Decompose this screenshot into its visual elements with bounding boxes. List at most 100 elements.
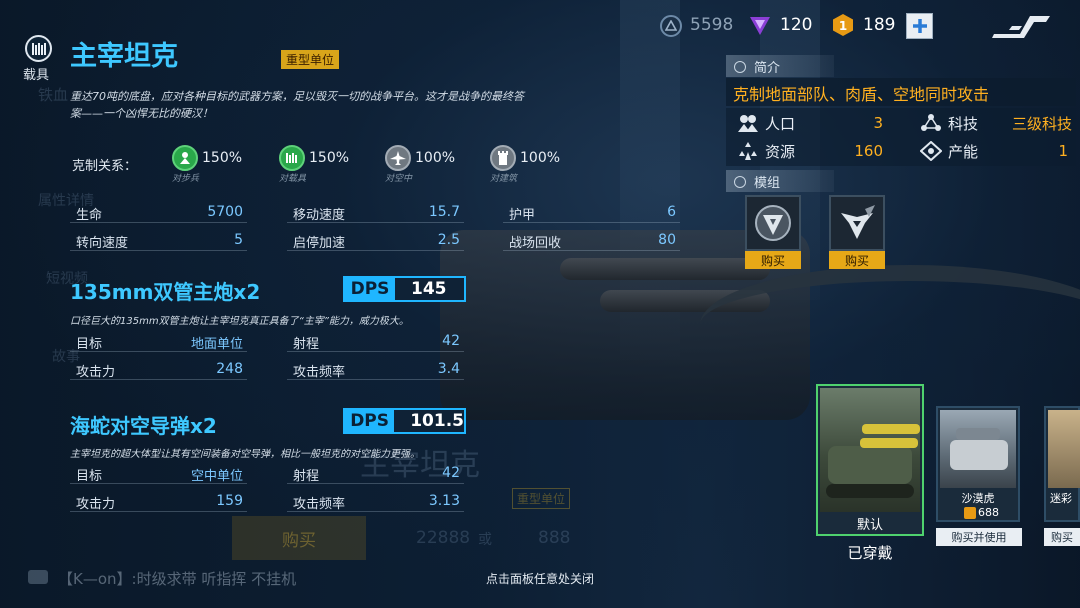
skin-name: 迷彩 [1050,492,1072,505]
stat-label: 射程 [293,337,320,352]
tank-tracks-shape [826,484,914,498]
weapon-stat-row: 攻击频率 3.4 [287,359,464,380]
credits-value: 5598 [690,15,734,35]
stat-label: 目标 [76,469,103,484]
svg-text:1: 1 [839,19,847,33]
skin-thumbnail [820,388,920,512]
aircraft-icon [385,145,411,171]
medal-icon: 1 [831,13,855,37]
weapon-name: 135mm双管主炮x2 [70,280,261,304]
attr-label: 人口 [765,114,796,133]
stat-value: 15.7 [428,204,460,220]
module-slot[interactable]: 购买 [829,195,885,269]
ghost-badge: 重型单位 [512,488,571,509]
skin-price: 688 [964,506,999,519]
counter-label: 克制关系： [72,159,138,174]
weapon-name: 海蛇对空导弹x2 [70,414,217,438]
stat-value: 5700 [207,204,243,220]
skin-card[interactable]: 迷彩 [1044,406,1080,522]
stat-value: 248 [216,361,243,377]
attr-row: 人口 3 [737,112,887,134]
attr-label: 科技 [948,114,979,133]
attr-value: 3 [873,114,883,132]
attr-value: 160 [854,142,883,160]
dps-label: DPS [345,410,395,432]
stat-value: 空中单位 [190,469,243,484]
stat-row: 战场回收 80 [503,229,680,251]
plus-icon[interactable] [906,13,933,39]
stat-value: 2.5 [437,232,460,248]
tank-turret-shape [956,428,1000,440]
attr-label: 产能 [948,142,979,161]
skin-name: 默认 [856,518,883,533]
crystal-icon [748,13,772,37]
attr-value: 三级科技 [1011,114,1072,133]
skin-price-value: 688 [978,506,999,519]
vehicle-description: 重达70吨的底盘，应对各种目标的武器方案，足以毁灭一切的战争平台。这才是战争的最… [70,90,524,120]
stat-label: 护甲 [509,208,536,223]
stat-value: 42 [442,333,460,349]
tank-body-shape [950,440,1008,470]
module-buy-button[interactable]: 购买 [745,251,801,269]
dps-box: DPS 145 [343,276,466,302]
skin-thumbnail [1048,410,1080,488]
counter-item: 150% 对步兵 [172,145,262,185]
bg-arena-arc [700,265,1080,385]
stat-label: 目标 [76,337,103,352]
counter-target: 对步兵 [172,174,200,184]
buy-and-use-button[interactable]: 购买并使用 [936,528,1022,546]
skin-card[interactable]: 沙漠虎 688 [936,406,1020,522]
game-logo-icon [990,12,1052,38]
ghost-tab: 铁血 [38,86,69,104]
weapon-stat-row: 射程 42 [287,331,464,352]
stat-label: 移动速度 [293,208,346,223]
equipped-status: 已穿戴 [847,544,893,562]
attr-label: 资源 [765,142,796,161]
ghost-buy-button: 购买 [232,516,366,560]
attr-row: 科技 三级科技 [920,112,1072,134]
attr-row: 资源 160 [737,140,887,162]
buy-button[interactable]: 购买 [1044,528,1080,546]
module-wing-icon[interactable] [829,195,885,251]
stat-label: 转向速度 [76,236,129,251]
type-badge: 重型单位 [281,50,340,69]
category-label: 载具 [23,68,50,83]
weapon-stat-row: 目标 空中单位 [70,463,247,484]
population-icon [737,113,759,133]
tech-icon [920,113,942,133]
counter-pct: 100% [415,150,456,166]
dps-label: DPS [345,278,395,300]
stat-label: 射程 [293,469,320,484]
stat-label: 攻击力 [76,365,116,380]
modules-heading-label: 模组 [754,175,781,191]
close-hint[interactable]: 点击面板任意处关闭 [0,570,1080,587]
resource-icon [737,141,759,161]
stat-label: 攻击力 [76,497,116,512]
capacity-icon [919,140,943,162]
stat-row: 生命 5700 [70,201,247,223]
module-shield-icon[interactable] [745,195,801,251]
ghost-or: 或 [478,532,492,548]
stat-row: 转向速度 5 [70,229,247,251]
vehicle-category-icon [25,35,52,62]
skin-card-selected[interactable]: 默认 [816,384,924,536]
weapon-description: 口径巨大的135mm双管主炮让主宰坦克真正具备了“主宰”能力，威力极大。 [70,316,409,327]
infantry-icon [172,145,198,171]
intro-heading: 简介 [726,55,834,77]
stat-label: 生命 [76,208,103,223]
modules-heading: 模组 [726,170,834,192]
stat-label: 启停加速 [293,236,346,251]
module-slot[interactable]: 购买 [745,195,801,269]
medal-value: 189 [863,15,896,35]
skin-thumbnail [940,410,1016,488]
medal-icon [964,506,976,519]
attr-value: 1 [1058,142,1068,160]
stat-value: 6 [667,204,676,220]
module-buy-button[interactable]: 购买 [829,251,885,269]
weapon-stat-row: 攻击频率 3.13 [287,491,464,512]
stat-value: 3.4 [437,361,460,377]
dps-value: 101.5 [394,410,464,432]
counter-target: 对空中 [385,174,413,184]
stat-row: 移动速度 15.7 [287,201,464,223]
stat-label: 战场回收 [509,236,562,251]
